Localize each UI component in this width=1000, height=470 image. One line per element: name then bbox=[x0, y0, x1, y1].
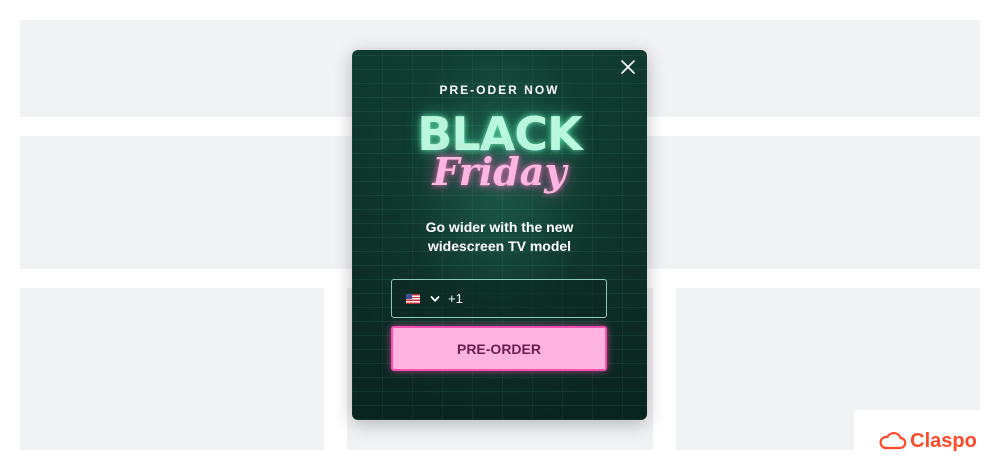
placeholder-block bbox=[20, 288, 324, 450]
headline-friday: Friday bbox=[432, 149, 567, 194]
phone-input[interactable]: +1 bbox=[391, 279, 607, 318]
subtitle-line2-bold: TV model bbox=[508, 238, 572, 254]
pre-order-button[interactable]: PRE-ORDER bbox=[391, 326, 607, 371]
brand-name: Claspo bbox=[910, 429, 977, 452]
cloud-icon bbox=[879, 431, 907, 450]
subtitle-line1: Go wider with the new bbox=[425, 219, 574, 235]
us-flag-icon[interactable] bbox=[406, 293, 420, 304]
phone-country-code[interactable]: +1 bbox=[448, 291, 463, 306]
subtitle: Go wider with the new widescreen TV mode… bbox=[372, 218, 627, 256]
popup-dialog: PRE-ODER NOW BLACK Friday Go wider with … bbox=[352, 50, 647, 420]
pre-title: PRE-ODER NOW bbox=[439, 83, 560, 97]
brand-badge[interactable]: Claspo bbox=[854, 410, 1000, 470]
chevron-down-icon[interactable] bbox=[430, 294, 440, 304]
close-icon[interactable] bbox=[619, 58, 637, 76]
subtitle-line2: widescreen bbox=[427, 238, 509, 254]
